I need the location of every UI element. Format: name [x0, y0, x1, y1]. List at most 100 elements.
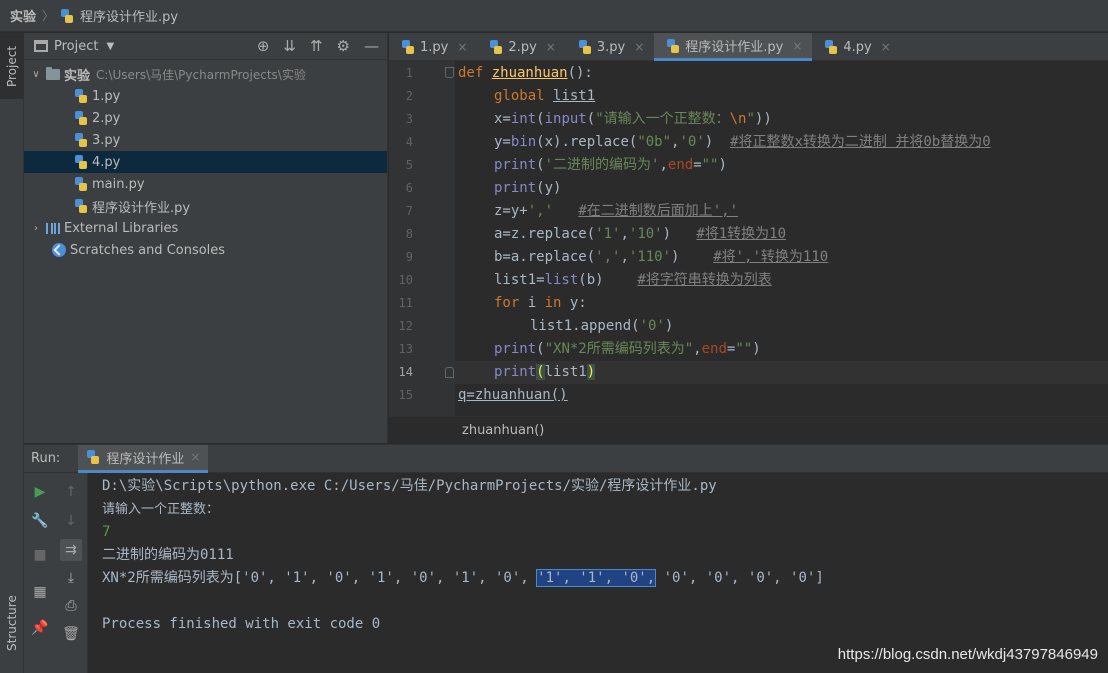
chevron-down-icon[interactable]: ∨ [30, 69, 42, 80]
chevron-down-icon[interactable]: ▼ [106, 41, 114, 52]
breadcrumb-separator-icon: 〉 [42, 9, 55, 23]
line-number: 2 [405, 89, 413, 103]
code-area[interactable]: 1 2 3 4 5 6 7 8 9 10 11 12 13 14 15 def … [389, 61, 1108, 416]
tree-item-label: Scratches and Consoles [70, 242, 226, 258]
trash-icon[interactable]: 🗑 [60, 623, 82, 645]
tab-3py[interactable]: 3.py × [566, 33, 654, 61]
arrow-down-icon[interactable]: ↓ [60, 510, 82, 532]
console-line: 请输入一个正整数： [102, 502, 220, 517]
run-tab[interactable]: 程序设计作业 × [78, 444, 209, 473]
rerun-play-icon[interactable]: ▶ [29, 481, 51, 503]
layout-icon[interactable]: ▦ [29, 581, 51, 603]
chevron-right-icon[interactable]: › [30, 223, 42, 234]
expand-all-icon[interactable]: ⇊ [283, 37, 296, 55]
tree-item-label: External Libraries [64, 220, 179, 236]
project-panel-header: Project ▼ ⊕ ⇊ ⇈ ⚙ — [24, 33, 387, 60]
code-line: def zhuanhuan(): [458, 65, 593, 81]
python-file-icon [401, 40, 415, 54]
close-icon[interactable]: × [634, 40, 644, 54]
python-file-icon [74, 89, 88, 103]
tab-4py[interactable]: 4.py × [812, 33, 900, 61]
locate-file-icon[interactable]: ⊕ [257, 37, 270, 55]
structure-tool-tab[interactable]: Structure [0, 573, 24, 673]
line-number: 15 [398, 388, 413, 402]
tree-item-label: 2.py [92, 110, 121, 126]
close-icon[interactable]: × [881, 40, 891, 54]
arrow-up-icon[interactable]: ↑ [60, 481, 82, 503]
code-line: b=a.replace(',','110') #将','转换为110 [494, 249, 829, 265]
line-number: 1 [405, 66, 413, 80]
collapse-all-icon[interactable]: ⇈ [310, 37, 323, 55]
code-breadcrumb[interactable]: zhuanhuan() [389, 416, 1108, 443]
breadcrumb-project[interactable]: 实验 [10, 6, 36, 25]
fold-icon[interactable] [445, 67, 454, 78]
code-line: y=bin(x).replace("0b",'0') #将正整数x转换为二进制 … [494, 134, 991, 150]
code-line: print(y) [494, 180, 562, 196]
code-line: q=zhuanhuan() [458, 387, 568, 403]
tab-label: 1.py [420, 39, 449, 55]
console-output[interactable]: D:\实验\Scripts\python.exe C:/Users/马佳/Pyc… [102, 473, 1102, 673]
breadcrumb-file[interactable]: 程序设计作业.py [80, 6, 178, 25]
tree-item-file[interactable]: main.py [24, 173, 387, 195]
close-icon[interactable]: × [792, 39, 802, 53]
project-view-icon [34, 40, 48, 52]
line-number: 11 [398, 296, 413, 310]
tree-item-scratches[interactable]: Scratches and Consoles [24, 239, 387, 261]
line-number: 8 [405, 227, 413, 241]
tree-item-label: 实验 [64, 68, 91, 84]
console-line: XN*2所需编码列表为['0', '1', '0', '1', '0', '1'… [102, 569, 824, 587]
python-file-icon [489, 40, 503, 54]
run-toolbar: ▶ ↑ 🔧 ↓ ■ ⇉ ⤓ ▦ ⎙ 📌 🗑 [24, 473, 88, 673]
code-line: z=y+',' #在二进制数后面加上',' [494, 203, 739, 219]
tree-item-project-root[interactable]: ∨ 实验 C:\Users\马佳\PycharmProjects\实验 [24, 63, 387, 85]
left-tool-strip: Project Structure [0, 33, 24, 673]
code-editor: 1.py × 2.py × 3.py × 程序设计作业.py × 4.py × … [389, 33, 1108, 443]
fold-end-icon[interactable] [445, 367, 454, 378]
soft-wrap-icon[interactable]: ⇉ [60, 539, 82, 561]
project-view-selector[interactable]: Project [54, 39, 98, 54]
python-file-icon [824, 40, 838, 54]
stop-icon[interactable]: ■ [29, 544, 51, 566]
hide-panel-icon[interactable]: — [364, 37, 379, 55]
tree-item-file[interactable]: 2.py [24, 107, 387, 129]
code-line: x=int(input("请输入一个正整数：\n")) [494, 111, 772, 127]
line-number: 9 [405, 250, 413, 264]
python-file-icon [578, 40, 592, 54]
wrench-icon[interactable]: 🔧 [29, 510, 51, 532]
editor-tabs: 1.py × 2.py × 3.py × 程序设计作业.py × 4.py × [389, 33, 1108, 61]
pin-icon[interactable]: 📌 [29, 617, 51, 639]
line-number: 4 [405, 135, 413, 149]
close-icon[interactable]: × [190, 450, 200, 464]
tab-label: 程序设计作业.py [685, 40, 784, 55]
folder-icon [46, 66, 60, 80]
tree-item-file[interactable]: 3.py [24, 129, 387, 151]
project-tree: ∨ 实验 C:\Users\马佳\PycharmProjects\实验 1.py… [24, 60, 387, 261]
print-icon[interactable]: ⎙ [60, 595, 82, 617]
project-tool-tab-label: Project [5, 45, 19, 87]
tab-2py[interactable]: 2.py × [477, 33, 565, 61]
run-tab-label: 程序设计作业 [106, 451, 185, 467]
python-file-icon [60, 8, 74, 23]
code-breadcrumb-label: zhuanhuan() [462, 422, 545, 438]
tab-program-assignment[interactable]: 程序设计作业.py × [654, 33, 813, 61]
tab-label: 3.py [596, 39, 626, 55]
tab-1py[interactable]: 1.py × [389, 33, 477, 61]
line-number: 12 [398, 319, 413, 333]
console-selection: '1', '1', '0', [536, 569, 657, 587]
scroll-to-end-icon[interactable]: ⤓ [60, 567, 82, 589]
close-icon[interactable]: × [546, 40, 556, 54]
line-number: 7 [405, 204, 413, 218]
scratches-icon [52, 243, 66, 257]
tree-item-external-libraries[interactable]: › External Libraries [24, 217, 387, 239]
line-number: 13 [398, 342, 413, 356]
tree-item-file[interactable]: 1.py [24, 85, 387, 107]
tree-item-file[interactable]: 程序设计作业.py [24, 195, 387, 217]
tree-item-file-selected[interactable]: 4.py [24, 151, 387, 173]
tree-item-label: 1.py [92, 88, 121, 104]
project-path: C:\Users\马佳\PycharmProjects\实验 [96, 67, 306, 82]
tree-item-label: 程序设计作业.py [92, 200, 191, 216]
project-tool-tab[interactable]: Project [0, 33, 24, 99]
run-panel-header: Run: 程序设计作业 × [24, 444, 1108, 473]
close-icon[interactable]: × [457, 40, 467, 54]
settings-gear-icon[interactable]: ⚙ [337, 37, 350, 55]
